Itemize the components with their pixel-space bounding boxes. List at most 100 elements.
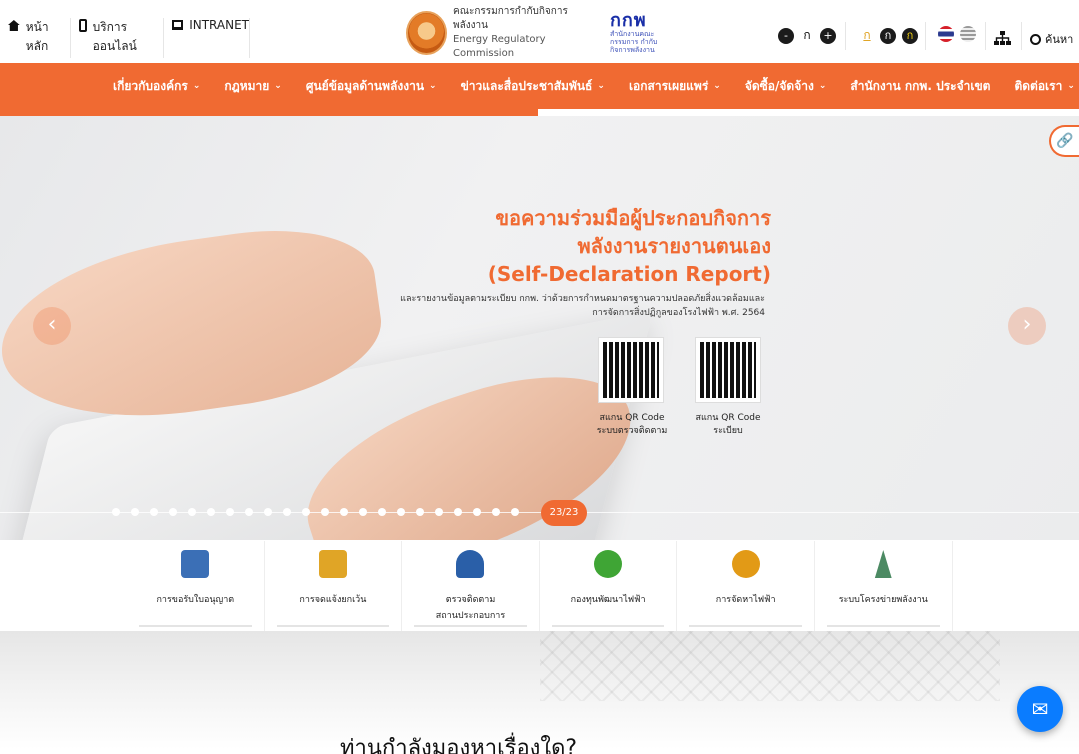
slide-sub-line1: และรายงานข้อมูลตามระเบียบ กกพ. ว่าด้วยกา… (400, 294, 765, 304)
search-button[interactable]: ค้นหา (1030, 30, 1073, 48)
nav-label: กฎหมาย (224, 78, 270, 93)
slider-dot[interactable] (435, 508, 443, 516)
slider-dots (112, 508, 519, 516)
nav-item-procurement[interactable]: จัดซื้อ/จัดจ้าง ⌄ (745, 77, 827, 96)
contrast-dark-button[interactable]: ก (880, 27, 896, 44)
slider-dot[interactable] (226, 508, 234, 516)
slider-dot[interactable] (397, 508, 405, 516)
language-switch (938, 26, 976, 42)
service-underline (139, 625, 252, 627)
quick-link-button[interactable]: 🔗 (1049, 125, 1079, 157)
nav-label: เกี่ยวกับองค์กร (113, 78, 188, 93)
nav-label: เอกสารเผยแพร่ (628, 78, 709, 93)
slide-counter[interactable]: 23/23 (541, 500, 587, 526)
section-headline: ท่านกำลังมองหาเรื่องใด? (340, 736, 578, 754)
site-logo[interactable]: คณะกรรมการกำกับกิจการพลังงาน Energy Regu… (406, 6, 674, 59)
slider-dot[interactable] (188, 508, 196, 516)
nav-label: ติดต่อเรา (1014, 78, 1063, 93)
qr-label-line: สแกน QR Code (599, 413, 665, 423)
contrast-yellow-button[interactable]: ก (902, 27, 918, 44)
slider-dot[interactable] (112, 508, 120, 516)
slider-dot[interactable] (264, 508, 272, 516)
slider-next-button[interactable]: › (1008, 307, 1046, 345)
service-inspection[interactable]: ตรวจติดตาม สถานประกอบการ (402, 541, 540, 631)
link-icon: 🔗 (1056, 133, 1074, 149)
service-label: การจัดหาไฟฟ้า (715, 595, 776, 605)
font-normal-button[interactable]: ก (800, 26, 814, 45)
divider (925, 22, 926, 50)
chevron-down-icon: ⌄ (192, 81, 201, 91)
intranet-link[interactable]: INTRANET (172, 18, 250, 58)
home-link[interactable]: หน้าหลัก (8, 18, 71, 58)
nav-item-publications[interactable]: เอกสารเผยแพร่ ⌄ (629, 77, 721, 96)
slider-dot[interactable] (359, 508, 367, 516)
slider-dot[interactable] (378, 508, 386, 516)
slider-dot[interactable] (340, 508, 348, 516)
contrast-controls: ก ก ก (860, 26, 918, 45)
contrast-normal-button[interactable]: ก (860, 26, 874, 45)
messenger-chat-button[interactable]: ✉ (1017, 686, 1063, 732)
top-bar: หน้าหลัก บริการออนไลน์ INTRANET คณะกรรมก… (0, 0, 1079, 63)
qr-code-icon (598, 337, 664, 403)
slider-dot[interactable] (283, 508, 291, 516)
nav-item-about[interactable]: เกี่ยวกับองค์กร ⌄ (113, 77, 200, 96)
home-icon (8, 20, 20, 31)
nav-item-news[interactable]: ข่าวและสื่อประชาสัมพันธ์ ⌄ (461, 77, 605, 96)
service-fund[interactable]: กองทุนพัฒนาไฟฟ้า (539, 541, 678, 631)
service-power-supply[interactable]: การจัดหาไฟฟ้า (677, 541, 815, 631)
service-grid[interactable]: ระบบโครงข่ายพลังงาน (814, 541, 953, 631)
slider-dot[interactable] (321, 508, 329, 516)
nav-item-energy-data[interactable]: ศูนย์ข้อมูลด้านพลังงาน ⌄ (306, 77, 437, 96)
main-navigation: เกี่ยวกับองค์กร ⌄ กฎหมาย ⌄ ศูนย์ข้อมูลด้าน… (0, 63, 1079, 109)
erc-seal-icon (406, 11, 448, 55)
laptop-icon (172, 20, 184, 30)
brand-mark: กกพ สำนักงานคณะกรรมการ กำกับกิจการพลังงา… (610, 12, 674, 55)
qr-label-regulation: สแกน QR Code ระเบียบ (683, 412, 773, 438)
slider-dot[interactable] (207, 508, 215, 516)
service-underline (276, 625, 390, 627)
service-license[interactable]: การขอรับใบอนุญาต (127, 541, 265, 631)
slide-title-line2: พลังงานรายงานตนเอง (577, 234, 771, 258)
sitemap-icon[interactable] (994, 30, 1011, 45)
online-services-link[interactable]: บริการออนไลน์ (79, 18, 164, 58)
nav-label: ข่าวและสื่อประชาสัมพันธ์ (460, 78, 593, 93)
divider (985, 22, 986, 50)
nav-label: สำนักงาน กกพ. ประจำเขต (850, 78, 991, 93)
nav-item-contact[interactable]: ติดต่อเรา ⌄ (1014, 77, 1074, 96)
service-underline (689, 625, 802, 627)
slider-dot[interactable] (511, 508, 519, 516)
chevron-down-icon: ⌄ (713, 81, 721, 91)
nav-label: จัดซื้อ/จัดจ้าง (744, 78, 814, 93)
chevron-down-icon: ⌄ (1067, 81, 1075, 91)
nav-item-regional-office[interactable]: สำนักงาน กกพ. ประจำเขต (850, 77, 990, 96)
thai-flag-icon[interactable] (938, 26, 954, 42)
org-name-en: Energy Regulatory Commission (453, 34, 546, 59)
slider-dot[interactable] (473, 508, 481, 516)
slider-dot[interactable] (169, 508, 177, 516)
english-flag-icon[interactable] (960, 26, 976, 42)
chevron-down-icon: ⌄ (597, 81, 605, 91)
qr-label-line: สแกน QR Code (695, 413, 761, 423)
energy-hand-icon (731, 550, 760, 578)
mobile-icon (79, 19, 87, 32)
slider-prev-button[interactable]: ‹ (33, 307, 71, 345)
font-decrease-button[interactable]: - (778, 27, 794, 44)
home-label: หน้าหลัก (25, 20, 49, 53)
service-label: ระบบโครงข่ายพลังงาน (838, 595, 928, 605)
clipboard-icon (318, 550, 347, 578)
search-icon (1030, 33, 1041, 45)
slider-dot[interactable] (245, 508, 253, 516)
slider-dot[interactable] (492, 508, 500, 516)
font-size-controls: - ก + (778, 26, 836, 45)
slider-dot[interactable] (150, 508, 158, 516)
chevron-down-icon: ⌄ (274, 81, 282, 91)
font-increase-button[interactable]: + (820, 27, 836, 44)
slider-dot[interactable] (454, 508, 462, 516)
slider-dot[interactable] (416, 508, 424, 516)
slide-sub-line2: การจัดการสิ่งปฏิกูลของโรงไฟฟ้า พ.ศ. 2564 (592, 308, 765, 318)
slide-title-line3: (Self-Declaration Report) (487, 262, 771, 286)
nav-item-law[interactable]: กฎหมาย ⌄ (224, 77, 281, 96)
slider-dot[interactable] (131, 508, 139, 516)
slider-dot[interactable] (302, 508, 310, 516)
service-exemption[interactable]: การจดแจ้งยกเว้น (264, 541, 403, 631)
